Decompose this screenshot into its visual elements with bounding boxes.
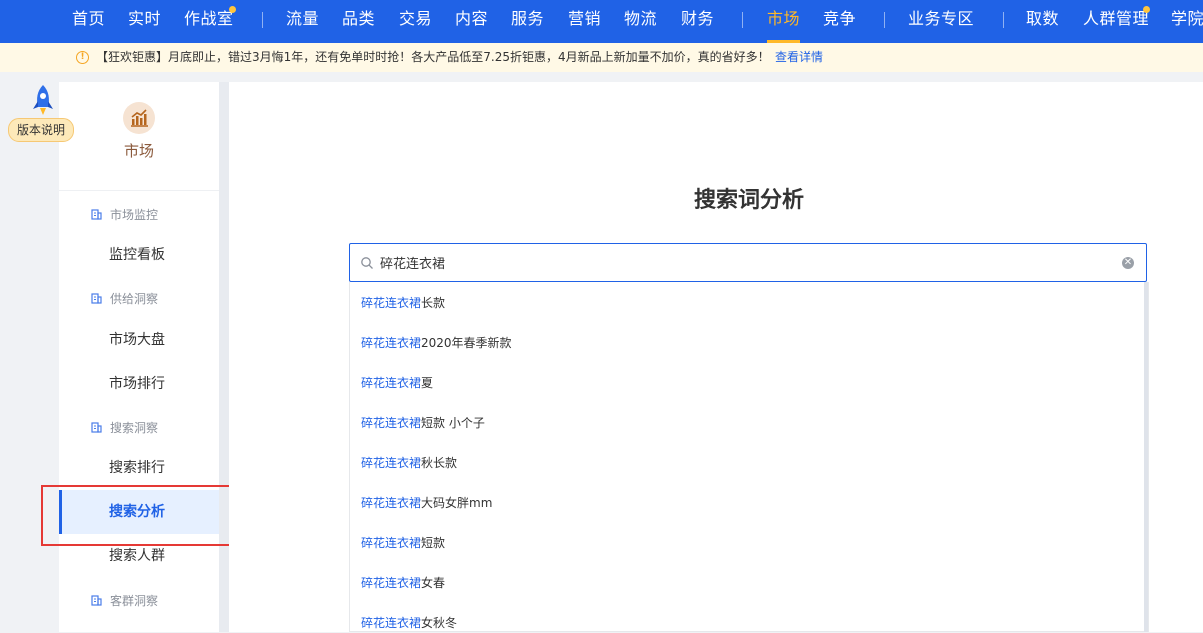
suggestion-keyword: 碎花连衣裙 — [361, 336, 422, 350]
market-icon — [123, 102, 155, 134]
divider — [59, 190, 219, 191]
sidebar-group-customer-insight[interactable]: 客群洞察 — [91, 592, 158, 609]
suggestion-keyword: 碎花连衣裙 — [361, 296, 422, 310]
suggestion-scrollbar[interactable] — [1144, 282, 1148, 632]
nav-business-zone[interactable]: 业务专区 — [908, 0, 974, 43]
info-icon: ! — [76, 51, 89, 64]
version-notes-button[interactable]: 版本说明 — [8, 118, 74, 142]
suggestion-suffix: 夏 — [421, 376, 434, 390]
sidebar-section-title: 市场 — [123, 142, 154, 160]
nav-market[interactable]: 市场 — [767, 0, 801, 43]
notice-text: 【狂欢钜惠】月底即止，错过3月悔1年，还有免单时时抢！各大产品低至7.25折钜惠… — [96, 50, 770, 64]
sidebar-item-label: 监控看板 — [109, 247, 165, 263]
nav-realtime[interactable]: 实时 — [128, 0, 161, 43]
nav-crowd-management[interactable]: 人群管理 — [1083, 0, 1149, 43]
suggestion-suffix: 2020年春季新款 — [421, 336, 512, 350]
nav-logistics[interactable]: 物流 — [624, 0, 657, 43]
nav-content[interactable]: 内容 — [455, 0, 488, 43]
sidebar-scrollbar[interactable] — [219, 82, 229, 632]
suggestion-item[interactable]: 碎花连衣裙2020年春季新款 — [361, 333, 512, 353]
sidebar-item-label: 市场大盘 — [109, 332, 165, 348]
nav-separator — [262, 12, 263, 28]
nav-separator — [742, 12, 743, 28]
suggestion-keyword: 碎花连衣裙 — [361, 576, 422, 590]
page-title: 搜索词分析 — [693, 188, 804, 213]
suggestion-keyword: 碎花连衣裙 — [361, 496, 422, 510]
suggestion-suffix: 女秋冬 — [421, 616, 458, 630]
suggestion-keyword: 碎花连衣裙 — [361, 536, 422, 550]
notice-bar: ! 【狂欢钜惠】月底即止，错过3月悔1年，还有免单时时抢！各大产品低至7.25折… — [0, 43, 1203, 72]
sidebar-group-search-insight[interactable]: 搜索洞察 — [91, 419, 158, 436]
sidebar-group-label: 搜索洞察 — [110, 421, 159, 435]
building-icon — [91, 293, 102, 304]
sidebar-item-market-overview[interactable]: 市场大盘 — [59, 318, 219, 362]
suggestion-item[interactable]: 碎花连衣裙短款 小个子 — [361, 413, 485, 433]
sidebar-group-label: 市场监控 — [110, 208, 159, 222]
main-content: 搜索词分析 ✕ 碎花连衣裙长款 碎花连衣裙2020年春季新款 碎花连衣裙夏 碎花… — [229, 82, 1203, 632]
nav-separator — [884, 12, 885, 28]
sidebar-item-monitor-board[interactable]: 监控看板 — [59, 233, 219, 277]
nav-data-fetch[interactable]: 取数 — [1026, 0, 1059, 43]
sidebar-group-label: 客群洞察 — [110, 594, 159, 608]
suggestion-item[interactable]: 碎花连衣裙女春 — [361, 573, 445, 593]
nav-category[interactable]: 品类 — [342, 0, 375, 43]
highlight-box — [41, 485, 232, 546]
nav-war-room[interactable]: 作战室 — [184, 0, 234, 43]
suggestion-keyword: 碎花连衣裙 — [361, 616, 422, 630]
suggestion-dropdown: 碎花连衣裙长款 碎花连衣裙2020年春季新款 碎花连衣裙夏 碎花连衣裙短款 小个… — [349, 282, 1149, 632]
nav-home[interactable]: 首页 — [72, 0, 105, 43]
suggestion-suffix: 秋长款 — [421, 456, 458, 470]
sidebar-group-supply-insight[interactable]: 供给洞察 — [91, 290, 158, 307]
suggestion-item[interactable]: 碎花连衣裙大码女胖mm — [361, 493, 492, 513]
suggestion-suffix: 女春 — [421, 576, 446, 590]
nav-finance[interactable]: 财务 — [681, 0, 714, 43]
sidebar-item-label: 搜索排行 — [109, 460, 165, 476]
suggestion-suffix: 大码女胖mm — [421, 496, 493, 510]
suggestion-suffix: 长款 — [421, 296, 446, 310]
search-icon — [361, 257, 373, 269]
sidebar-item-search-ranking[interactable]: 搜索排行 — [59, 446, 219, 490]
building-icon — [91, 209, 102, 220]
notice-details-link[interactable]: 查看详情 — [775, 43, 823, 72]
top-nav: 首页 实时 作战室 流量 品类 交易 内容 服务 营销 物流 财务 市场 竞争 … — [0, 0, 1203, 43]
suggestion-item[interactable]: 碎花连衣裙夏 — [361, 373, 433, 393]
search-input[interactable] — [380, 244, 1100, 281]
suggestion-keyword: 碎花连衣裙 — [361, 456, 422, 470]
suggestion-item[interactable]: 碎花连衣裙长款 — [361, 293, 445, 313]
sidebar-group-label: 供给洞察 — [110, 292, 159, 306]
nav-traffic[interactable]: 流量 — [286, 0, 319, 43]
clear-icon[interactable]: ✕ — [1122, 257, 1134, 269]
new-dot-indicator — [229, 6, 236, 13]
sidebar-group-market-monitor[interactable]: 市场监控 — [91, 206, 158, 223]
suggestion-item[interactable]: 碎花连衣裙短款 — [361, 533, 445, 553]
search-box[interactable]: ✕ — [349, 243, 1147, 282]
sidebar-item-label: 市场排行 — [109, 376, 165, 392]
building-icon — [91, 422, 102, 433]
suggestion-item[interactable]: 碎花连衣裙女秋冬 — [361, 613, 457, 633]
suggestion-suffix: 短款 小个子 — [421, 416, 485, 430]
suggestion-item[interactable]: 碎花连衣裙秋长款 — [361, 453, 457, 473]
suggestion-suffix: 短款 — [421, 536, 446, 550]
new-dot-indicator — [1143, 6, 1150, 13]
nav-separator — [1003, 12, 1004, 28]
nav-academy[interactable]: 学院 — [1171, 0, 1203, 43]
left-sidebar: 市场 市场监控 监控看板 供给洞察 市场大盘 市场排行 搜索洞察 搜索排行 搜索… — [59, 82, 219, 632]
nav-trade[interactable]: 交易 — [399, 0, 432, 43]
suggestion-keyword: 碎花连衣裙 — [361, 416, 422, 430]
nav-marketing[interactable]: 营销 — [568, 0, 601, 43]
nav-competition[interactable]: 竞争 — [823, 0, 856, 43]
sidebar-item-market-ranking[interactable]: 市场排行 — [59, 362, 219, 406]
building-icon — [91, 595, 102, 606]
nav-service[interactable]: 服务 — [511, 0, 544, 43]
rocket-icon[interactable] — [28, 83, 58, 117]
suggestion-keyword: 碎花连衣裙 — [361, 376, 422, 390]
